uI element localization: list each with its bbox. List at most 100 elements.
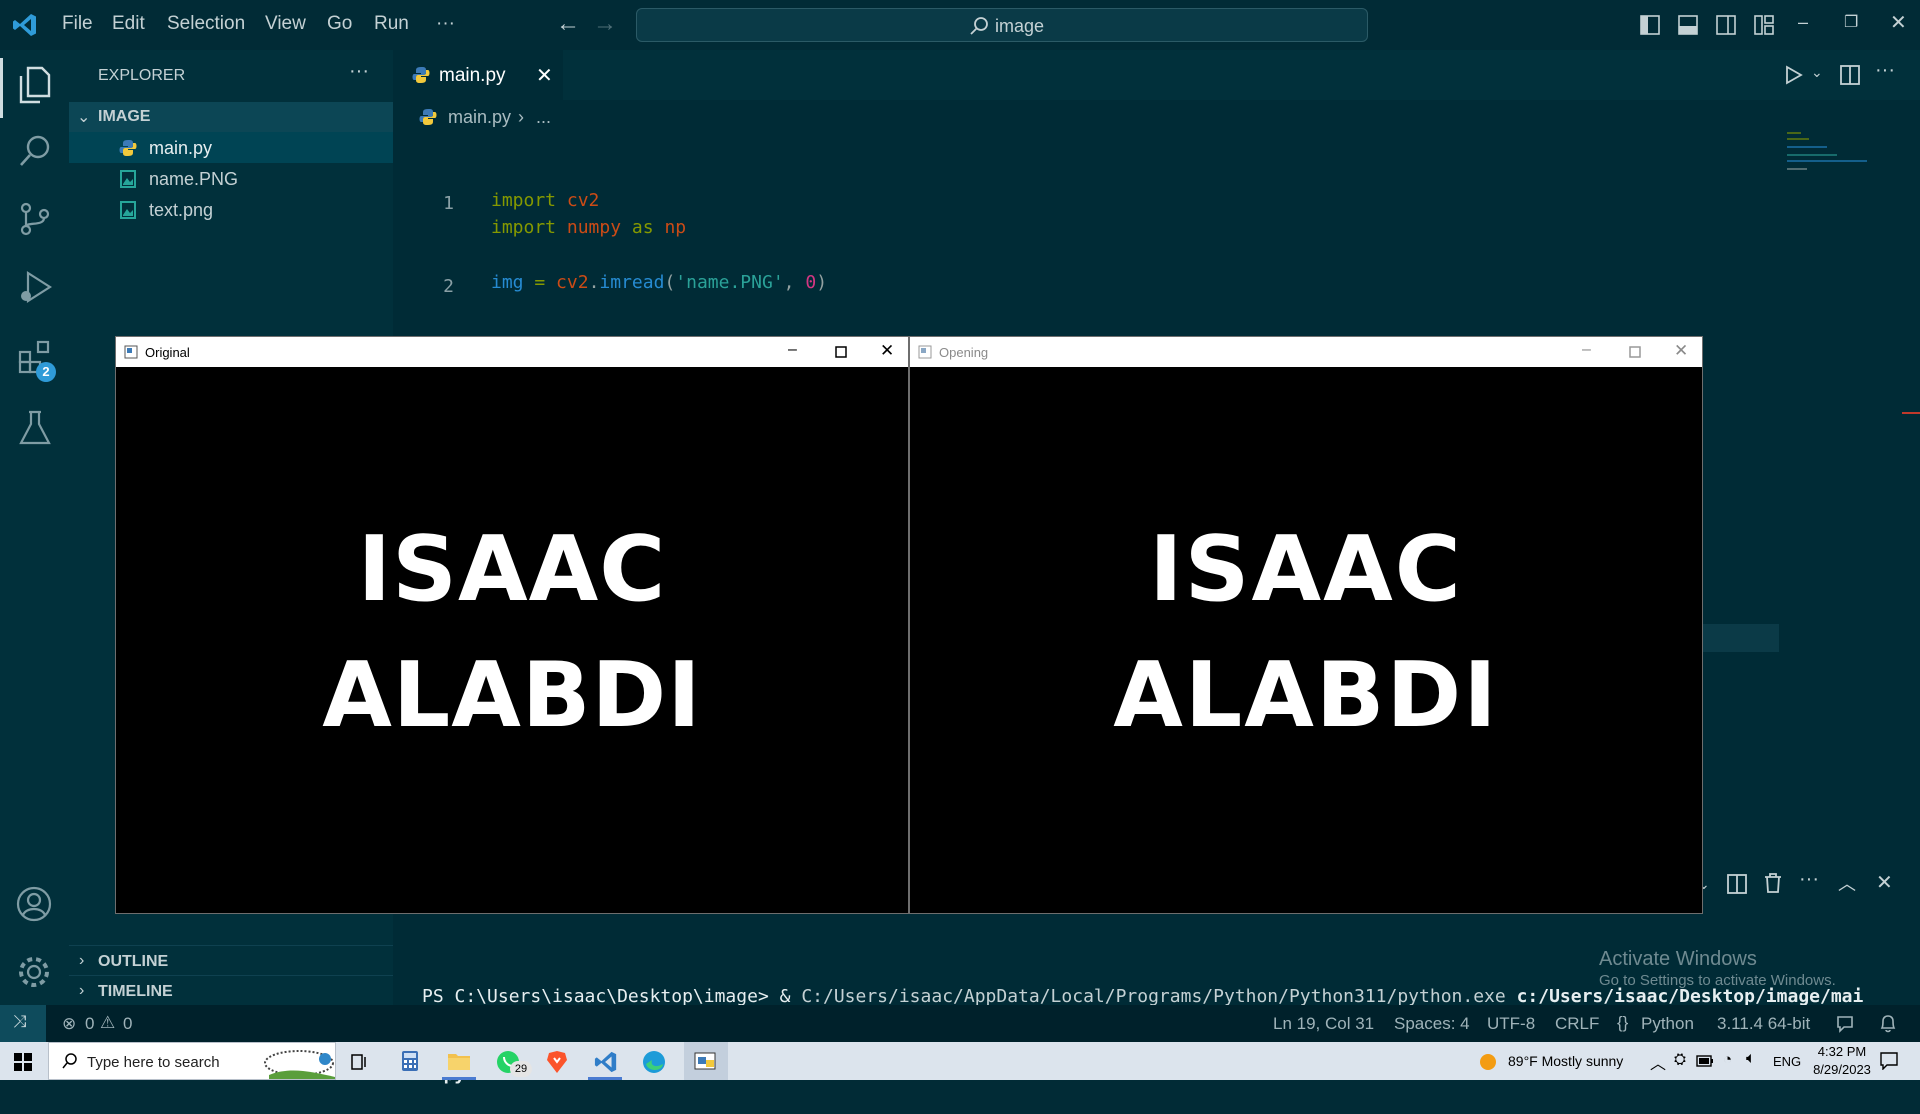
calculator-icon[interactable] [401,1050,419,1072]
file-item-main-py[interactable]: main.py [69,132,393,163]
window-original[interactable]: Original – ✕ ISAAC ALABDI [115,336,909,914]
toggle-sidebar-icon[interactable] [1640,15,1660,35]
scrollbar-thumb[interactable] [1703,624,1779,652]
trash-icon[interactable] [1764,873,1782,893]
minimap[interactable] [1787,130,1867,175]
testing-icon[interactable] [18,410,52,446]
vscode-logo-icon[interactable] [12,12,38,38]
encoding[interactable]: UTF-8 [1487,1014,1535,1034]
timeline-section[interactable]: › TIMELINE [69,975,393,1005]
menu-go[interactable]: Go [327,13,352,35]
notification-center-icon[interactable] [1880,1052,1898,1070]
task-view-icon[interactable] [350,1053,368,1071]
file-item-name-png[interactable]: name.PNG [69,163,393,194]
feedback-icon[interactable] [1836,1015,1854,1033]
breadcrumb-symbol[interactable]: ... [536,107,551,128]
source-control-icon[interactable] [18,202,52,236]
forward-arrow-icon[interactable]: → [593,10,617,38]
split-terminal-icon[interactable] [1727,874,1747,894]
warning-icon[interactable]: ⚠ [100,1013,115,1033]
python-window-taskbar-item[interactable] [684,1042,728,1080]
minimize-icon[interactable]: – [1582,341,1591,359]
outline-section[interactable]: › OUTLINE [69,945,393,975]
title-bar: File Edit Selection View Go Run ··· ← → … [0,0,1920,50]
close-icon[interactable]: ✕ [880,341,894,361]
input-language[interactable]: ENG [1773,1054,1801,1069]
python-interpreter[interactable]: 3.11.4 64-bit [1717,1014,1810,1034]
edge-browser-icon[interactable] [642,1050,666,1074]
code-line-3[interactable]: import cv2 [491,190,599,211]
brave-browser-icon[interactable] [546,1050,568,1074]
restore-icon[interactable]: ❐ [1844,12,1858,32]
more-actions-icon[interactable]: ··· [349,60,369,83]
maximize-icon[interactable] [1629,346,1641,358]
windows-start-icon[interactable] [14,1053,32,1071]
toggle-panel-icon[interactable] [1678,15,1698,35]
minimize-icon[interactable]: – [788,341,797,359]
menu-view[interactable]: View [265,13,306,35]
split-editor-icon[interactable] [1840,65,1860,85]
search-highlight-image-icon [264,1050,335,1079]
account-icon[interactable] [16,886,52,922]
folder-row[interactable]: ⌄ IMAGE [69,102,393,132]
code-line-6[interactable]: img = cv2.imread('name.PNG', 0) [491,272,827,293]
language-brackets-icon[interactable]: {} [1617,1013,1628,1033]
volume-icon[interactable]: 🔈︎ [1746,1050,1756,1068]
clock-time[interactable]: 4:32 PM [1810,1044,1874,1059]
menu-more[interactable]: ··· [436,13,455,35]
line-ending[interactable]: CRLF [1555,1014,1599,1034]
menu-file[interactable]: File [62,13,93,35]
close-icon[interactable]: ✕ [1674,341,1688,361]
vscode-taskbar-icon[interactable] [594,1050,618,1074]
command-center-search[interactable]: image [636,8,1368,42]
image-text-line-1: ISAAC [357,517,667,622]
close-tab-icon[interactable]: ✕ [536,63,553,88]
notifications-bell-icon[interactable] [1879,1014,1897,1034]
menu-edit[interactable]: Edit [112,13,145,35]
indentation[interactable]: Spaces: 4 [1394,1014,1470,1034]
maximize-icon[interactable] [835,346,847,358]
battery-icon[interactable] [1696,1055,1714,1067]
menu-run[interactable]: Run [374,13,409,35]
window-opening[interactable]: Opening – ✕ ISAAC ALABDI [909,336,1703,914]
meet-now-icon[interactable]: ⛭ [1674,1051,1686,1068]
taskbar-search-box[interactable]: Type here to search [48,1042,336,1080]
window-titlebar[interactable]: Opening – ✕ [910,337,1702,367]
maximize-panel-icon[interactable]: ︿ [1838,870,1856,896]
tab-main-py[interactable]: main.py ✕ [393,50,563,100]
more-actions-icon[interactable]: ··· [1875,59,1895,82]
minimize-icon[interactable]: – [1798,12,1808,33]
file-item-text-png[interactable]: text.png [69,194,393,225]
language-mode[interactable]: Python [1641,1014,1694,1034]
close-panel-icon[interactable]: ✕ [1876,870,1893,895]
weather-text[interactable]: 89°F Mostly sunny [1508,1053,1623,1069]
search-icon[interactable] [18,134,52,168]
more-actions-icon[interactable]: ··· [1799,868,1819,891]
close-icon[interactable]: ✕ [1890,10,1907,35]
toggle-secondary-sidebar-icon[interactable] [1716,15,1736,35]
breadcrumb-file[interactable]: main.py [448,107,511,128]
chevron-down-icon[interactable]: ⌄ [1811,64,1823,81]
warning-count[interactable]: 0 [123,1014,132,1034]
error-icon[interactable]: ⊗ [62,1014,76,1034]
run-python-file-icon[interactable] [1783,65,1803,85]
customize-layout-icon[interactable] [1754,15,1774,35]
settings-gear-icon[interactable] [16,954,52,990]
explorer-icon[interactable] [18,66,52,104]
error-count[interactable]: 0 [85,1014,94,1034]
back-arrow-icon[interactable]: ← [556,10,580,38]
code-line-4[interactable]: import numpy as np [491,217,686,238]
cursor-position[interactable]: Ln 19, Col 31 [1273,1014,1374,1034]
menu-selection[interactable]: Selection [167,13,245,35]
weather-icon[interactable] [1478,1052,1498,1072]
file-explorer-icon[interactable] [447,1051,471,1071]
clock-date[interactable]: 8/29/2023 [1806,1062,1878,1077]
chevron-right-icon: › [79,952,85,969]
window-titlebar[interactable]: Original – ✕ [116,337,908,367]
chevron-up-icon[interactable]: ︿ [1650,1050,1666,1074]
remote-indicator[interactable]: ⤨ [0,1005,46,1042]
run-debug-icon[interactable] [18,270,52,304]
breadcrumb: main.py › ... [393,100,893,134]
wifi-icon[interactable]: ◔ [1723,1051,1732,1068]
search-icon [970,17,988,35]
